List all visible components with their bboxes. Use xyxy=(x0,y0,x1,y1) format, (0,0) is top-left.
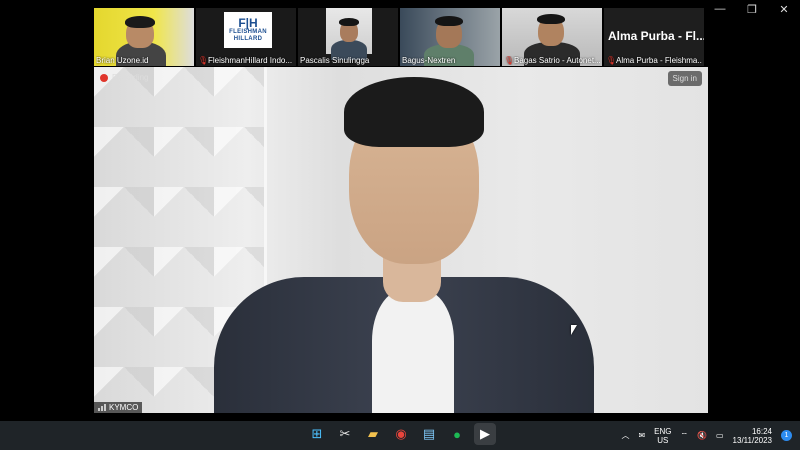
participant-tile[interactable]: 🎙 Bagas Satrio - Autonet... xyxy=(502,8,602,66)
windows-start-icon[interactable]: ⊞ xyxy=(306,423,328,445)
language-indicator[interactable]: ENG US xyxy=(654,427,671,445)
participant-name: 🎙 Alma Purba - Fleishma... xyxy=(606,56,702,65)
media-player-icon[interactable]: ▶ xyxy=(474,423,496,445)
active-speaker-video[interactable]: Recording Sign in KYMCO xyxy=(94,67,708,413)
speaker-name-label: KYMCO xyxy=(94,402,143,413)
spotify-icon[interactable]: ● xyxy=(446,423,468,445)
signal-strength-icon xyxy=(98,404,106,411)
file-explorer-icon[interactable]: ▰ xyxy=(362,423,384,445)
wechat-icon[interactable]: ✉ xyxy=(638,431,645,440)
window-controls: — ❐ ✕ xyxy=(704,0,800,18)
participant-tile[interactable]: F|H FLEISHMAN HILLARD 🎙 FleishmanHillard … xyxy=(196,8,296,66)
mic-muted-icon: 🎙 xyxy=(198,56,209,65)
participant-name: Pascalis Sinulingga xyxy=(300,56,370,65)
clock[interactable]: 16:24 13/11/2023 xyxy=(733,427,772,445)
mic-muted-icon: 🎙 xyxy=(504,56,515,65)
mouse-cursor-icon xyxy=(571,325,577,335)
participant-thumbnail-strip: Brian Uzone.id F|H FLEISHMAN HILLARD 🎙 Fl… xyxy=(94,8,708,66)
close-button[interactable]: ✕ xyxy=(768,0,800,18)
minimize-button[interactable]: — xyxy=(704,0,736,18)
restore-button[interactable]: ❐ xyxy=(736,0,768,18)
chrome-icon[interactable]: ◉ xyxy=(390,423,412,445)
volume-muted-icon[interactable]: 🔇 xyxy=(697,431,707,440)
windows-taskbar: ⊞ ✂ ▰ ◉ ▤ ● ▶ ︿ ✉ ENG US ⌔ 🔇 ▭ 16:24 13/… xyxy=(0,421,800,450)
participant-tile[interactable]: Brian Uzone.id xyxy=(94,8,194,66)
notepad-icon[interactable]: ▤ xyxy=(418,423,440,445)
time: 16:24 xyxy=(751,426,772,436)
participant-tile[interactable]: Pascalis Sinulingga xyxy=(298,8,398,66)
participant-tile[interactable]: Bagus-Nextren xyxy=(400,8,500,66)
date: 13/11/2023 xyxy=(732,435,772,445)
wifi-icon[interactable]: ⌔ xyxy=(680,431,688,441)
participant-tile[interactable]: Alma Purba - Fl... 🎙 Alma Purba - Fleishm… xyxy=(604,8,704,66)
battery-icon[interactable]: ▭ xyxy=(716,431,724,440)
sign-in-button[interactable]: Sign in xyxy=(667,71,702,86)
participant-name-placeholder: Alma Purba - Fl... xyxy=(608,29,704,43)
fleishmanhillard-logo: F|H FLEISHMAN HILLARD xyxy=(224,12,272,48)
notification-badge[interactable]: 1 xyxy=(781,430,792,441)
system-tray: ︿ ✉ ENG US ⌔ 🔇 ▭ 16:24 13/11/2023 1 xyxy=(621,421,792,450)
participant-name: 🎙 FleishmanHillard Indo... xyxy=(198,56,293,65)
snipping-tool-icon[interactable]: ✂ xyxy=(334,423,356,445)
taskbar-apps: ⊞ ✂ ▰ ◉ ▤ ● ▶ xyxy=(306,423,496,445)
participant-name: 🎙 Bagas Satrio - Autonet... xyxy=(504,56,600,65)
recording-indicator: Recording xyxy=(100,73,148,82)
participant-name: Bagus-Nextren xyxy=(402,56,456,65)
recording-dot-icon xyxy=(100,73,108,82)
chevron-up-icon[interactable]: ︿ xyxy=(621,430,629,441)
mic-muted-icon: 🎙 xyxy=(606,56,617,65)
participant-name: Brian Uzone.id xyxy=(96,56,149,65)
